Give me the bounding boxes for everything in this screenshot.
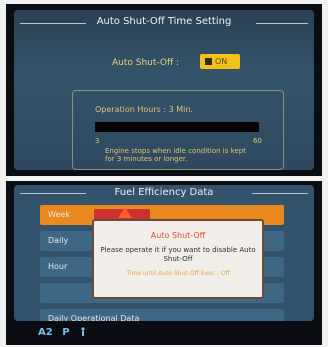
auto-shutoff-dialog: Auto Shut-Off Please operate it if you w…: [92, 219, 264, 299]
page-title: Auto Shut-Off Time Setting: [96, 16, 232, 27]
warning-icon: [118, 207, 132, 218]
slider-min-label: 3: [95, 137, 100, 145]
status-bar: A2 P: [38, 327, 87, 338]
slider-max-label: 60: [253, 137, 262, 145]
operation-hours-label: Operation Hours : 3 Min.: [95, 105, 193, 114]
auto-shutoff-toggle[interactable]: ON: [200, 54, 240, 69]
fuel-efficiency-panel: Fuel Efficiency Data Week Daily Hour Dai…: [6, 181, 322, 345]
gear-indicator: P: [62, 327, 70, 338]
menu-item-daily-operational-data[interactable]: Daily Operational Data: [40, 309, 284, 321]
dialog-title: Auto Shut-Off: [150, 231, 206, 240]
operation-note: Engine stops when idle condition is kept…: [105, 147, 246, 163]
auto-shutoff-label: Auto Shut-Off :: [112, 58, 180, 68]
dialog-message: Please operate it if you want to disable…: [100, 246, 256, 263]
fuel-efficiency-screen: Fuel Efficiency Data Week Daily Hour Dai…: [14, 185, 314, 321]
dialog-footer: Time until Auto Shut-Off Exec : Off: [126, 270, 230, 277]
auto-shutoff-panel: Auto Shut-Off Time Setting Auto Shut-Off…: [6, 4, 322, 176]
checkbox-icon: [205, 58, 212, 65]
auto-shutoff-screen: Auto Shut-Off Time Setting Auto Shut-Off…: [14, 10, 314, 170]
page-title: Fuel Efficiency Data: [114, 187, 214, 198]
operation-hours-slider[interactable]: [95, 122, 259, 132]
auto-shutoff-value: ON: [215, 57, 228, 66]
operation-hours-box: Operation Hours : 3 Min. 3 60 Engine sto…: [72, 90, 284, 170]
mode-indicator: A2: [38, 327, 53, 338]
title-bar: Auto Shut-Off Time Setting: [14, 14, 314, 32]
person-icon: [81, 327, 85, 336]
